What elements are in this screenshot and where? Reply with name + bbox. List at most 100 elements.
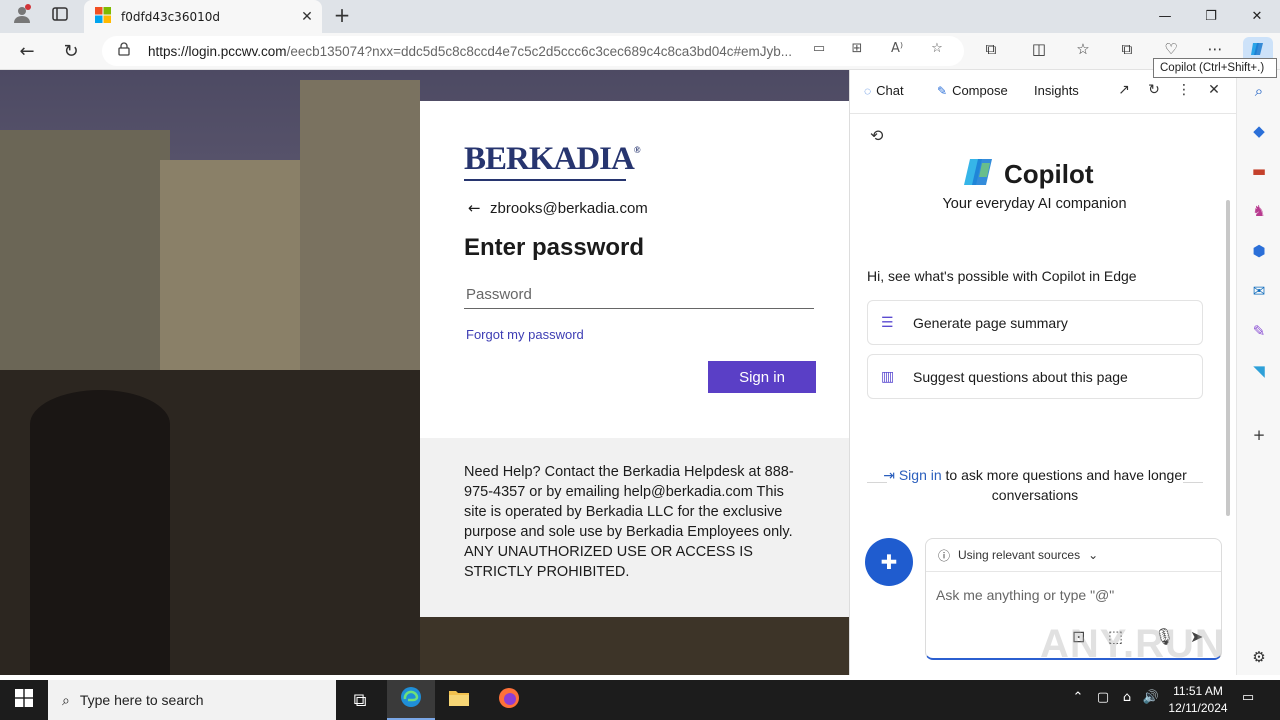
tab-compose[interactable]: ✎ Compose <box>937 83 1008 98</box>
taskbar-search[interactable]: ⌕ Type here to search <box>48 680 336 720</box>
refresh-icon: ↻ <box>63 40 79 62</box>
edge-icon <box>400 686 422 713</box>
background-building <box>300 80 420 380</box>
more-options-icon[interactable]: ⋮ <box>1174 82 1194 102</box>
minimize-button[interactable]: — <box>1142 0 1188 33</box>
tab-actions-button[interactable] <box>44 2 76 30</box>
logo-underline <box>464 179 626 181</box>
sources-dropdown[interactable]: ⓘ Using relevant sources ⌄ <box>926 539 1221 572</box>
suggestion-questions[interactable]: ▥ Suggest questions about this page <box>867 354 1203 399</box>
background-building <box>0 130 170 380</box>
drop-icon[interactable]: ◥ <box>1247 362 1271 384</box>
designer-icon[interactable]: ✎ <box>1247 322 1271 344</box>
tab-chat[interactable]: ◌ Chat <box>864 83 904 98</box>
forgot-password-link[interactable]: Forgot my password <box>466 327 584 342</box>
ask-input[interactable] <box>936 583 1211 607</box>
search-icon[interactable]: ⌕ <box>1247 82 1271 104</box>
sidebar-settings-icon[interactable]: ⚙ <box>1247 648 1271 670</box>
refresh-icon[interactable]: ↻ <box>1144 82 1164 102</box>
tab-title: f0dfd43c36010d <box>121 9 220 24</box>
restore-button[interactable]: ❐ <box>1188 0 1234 33</box>
scrollbar[interactable] <box>1226 200 1230 516</box>
network-icon[interactable]: ⌂ <box>1117 690 1137 710</box>
microsoft365-icon[interactable]: ⬢ <box>1247 242 1271 264</box>
address-bar[interactable]: https://login.pccwv.com/eecb135074?nxx=d… <box>102 36 964 66</box>
copilot-signin-prompt: ⇥ Sign in to ask more questions and have… <box>883 467 1187 503</box>
taskbar-edge[interactable] <box>387 680 435 720</box>
new-topic-button[interactable]: ✚ <box>865 538 913 586</box>
background-building <box>160 160 310 390</box>
taskbar-firefox[interactable] <box>485 680 533 720</box>
tab-active[interactable]: f0dfd43c36010d ✕ <box>84 0 322 33</box>
new-chat-icon: ✚ <box>880 550 898 574</box>
favorite-star-icon[interactable]: ☆ <box>926 41 948 61</box>
lock-icon <box>118 42 138 60</box>
add-sidebar-app-icon[interactable]: + <box>1247 426 1271 448</box>
edge-sidebar: ⌕ ◆ ▬ ♞ ⬢ ✉ ✎ ◥ + ⚙ <box>1236 70 1280 675</box>
info-icon: ⓘ <box>938 548 951 563</box>
back-button[interactable]: ← <box>12 37 42 65</box>
browser-toolbar: ← ↻ https://login.pccwv.com/eecb135074?n… <box>0 33 1280 70</box>
volume-icon[interactable]: 🔊 <box>1141 690 1161 710</box>
chevron-up-icon[interactable]: ⌃ <box>1068 690 1088 710</box>
berkadia-logo: BERKADIA® <box>464 141 641 177</box>
task-view-button[interactable]: ⧉ <box>336 680 384 720</box>
copilot-signin-link[interactable]: Sign in <box>899 467 942 483</box>
outlook-icon[interactable]: ✉ <box>1247 282 1271 304</box>
folder-icon <box>448 689 470 712</box>
games-icon[interactable]: ♞ <box>1247 202 1271 224</box>
split-screen-icon[interactable]: ◫ <box>1026 40 1052 64</box>
windows-taskbar: ⌕ Type here to search ⧉ ⌃ ▢ ⌂ 🔊 11:51 AM… <box>0 680 1280 720</box>
firefox-icon <box>498 687 520 714</box>
windows-logo-icon <box>15 689 33 711</box>
chat-icon: ◌ <box>864 83 872 98</box>
extensions-icon[interactable]: ⧉ <box>978 40 1004 64</box>
compose-icon: ✎ <box>937 83 948 98</box>
url-text: https://login.pccwv.com/eecb135074?nxx=d… <box>148 43 793 59</box>
refresh-button[interactable]: ↻ <box>56 37 86 65</box>
close-pane-icon[interactable]: ✕ <box>1204 82 1224 102</box>
device-icon[interactable]: ▢ <box>1093 690 1113 710</box>
library-icon: ▥ <box>881 368 895 384</box>
background-bollard <box>30 390 170 675</box>
sign-in-button[interactable]: Sign in <box>708 361 816 393</box>
tab-insights[interactable]: Insights <box>1034 83 1079 98</box>
tools-icon[interactable]: ▬ <box>1247 162 1271 184</box>
task-view-icon: ⧉ <box>353 689 367 711</box>
favorites-icon[interactable]: ☆ <box>1070 40 1096 64</box>
notification-icon[interactable]: ▭ <box>1238 690 1258 710</box>
copilot-intro: Hi, see what's possible with Copilot in … <box>867 268 1137 284</box>
close-tab-icon[interactable]: ✕ <box>296 9 318 25</box>
reader-view-icon[interactable]: ▭ <box>808 41 830 61</box>
taskbar-clock[interactable]: 11:51 AM 12/11/2024 <box>1160 683 1236 717</box>
watermark: ANY.RUN <box>1040 622 1225 666</box>
copilot-brand: Copilot <box>962 157 1094 191</box>
taskbar-file-explorer[interactable] <box>435 680 483 720</box>
copilot-logo-icon <box>962 157 996 191</box>
open-new-tab-icon[interactable]: ↗ <box>1114 82 1134 102</box>
signin-icon: ⇥ <box>883 467 899 483</box>
profile-icon <box>12 4 32 28</box>
close-window-button[interactable]: ✕ <box>1234 0 1280 33</box>
profile-button[interactable] <box>6 2 38 30</box>
background-water <box>420 617 849 675</box>
list-icon: ☰ <box>881 314 894 330</box>
read-aloud-icon[interactable]: A͏⁾ <box>886 41 908 61</box>
new-tab-button[interactable]: + <box>330 3 354 29</box>
user-email: zbrooks@berkadia.com <box>490 200 648 217</box>
tab-actions-icon <box>52 7 68 25</box>
tab-bar: f0dfd43c36010d ✕ + — ❐ ✕ <box>0 0 1280 33</box>
back-arrow-icon: ← <box>19 40 35 62</box>
chevron-down-icon: ⌄ <box>1088 548 1099 562</box>
suggestion-page-summary[interactable]: ☰ Generate page summary <box>867 300 1203 345</box>
help-text: Need Help? Contact the Berkadia Helpdesk… <box>420 438 849 617</box>
copilot-tagline: Your everyday AI companion <box>942 196 1127 212</box>
apps-icon[interactable]: ⊞ <box>846 41 868 61</box>
back-arrow-icon[interactable]: ← <box>468 199 481 217</box>
history-icon[interactable]: ⟲ <box>870 126 883 145</box>
start-button[interactable] <box>0 680 48 720</box>
password-input[interactable] <box>464 280 814 309</box>
collections-icon[interactable]: ⧉ <box>1114 40 1140 64</box>
page-title: Enter password <box>464 234 645 261</box>
shopping-icon[interactable]: ◆ <box>1247 122 1271 144</box>
